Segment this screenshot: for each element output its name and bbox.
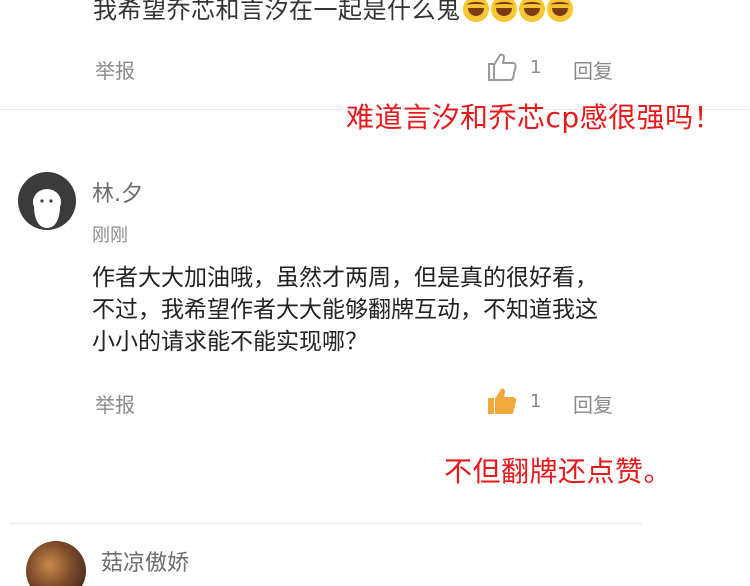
previous-comment-text: 我希望乔芯和言汐在一起是什么鬼 xyxy=(93,0,573,25)
previous-comment-body: 我希望乔芯和言汐在一起是什么鬼 xyxy=(93,0,461,24)
like-count: 1 xyxy=(530,57,542,78)
username[interactable]: 林.夕 xyxy=(92,176,143,208)
avatar[interactable] xyxy=(26,541,86,586)
report-button[interactable]: 举报 xyxy=(95,55,135,84)
laugh-cry-emoji-icon xyxy=(518,0,545,22)
reply-button[interactable]: 回复 xyxy=(573,55,613,84)
comment-divider xyxy=(10,523,642,524)
avatar[interactable] xyxy=(18,172,76,230)
comment-body: 作者大大加油哦，虽然才两周，但是真的很好看，不过，我希望作者大大能够翻牌互动，不… xyxy=(92,265,598,355)
report-button[interactable]: 举报 xyxy=(95,389,135,418)
laugh-cry-emoji-icon xyxy=(462,0,489,22)
like-count: 1 xyxy=(530,391,542,412)
reply-button[interactable]: 回复 xyxy=(573,389,613,418)
laugh-cry-emoji-icon xyxy=(490,0,517,22)
annotation-text: 不但翻牌还点赞。 xyxy=(444,455,673,488)
laugh-cry-emoji-icon xyxy=(546,0,573,22)
comment-time: 刚刚 xyxy=(92,225,128,246)
annotation-text: 难道言汐和乔芯cp感很强吗！ xyxy=(346,101,723,134)
username[interactable]: 菇凉傲娇 xyxy=(101,545,189,577)
like-outline-icon[interactable] xyxy=(486,52,518,82)
like-filled-icon[interactable] xyxy=(486,386,518,416)
